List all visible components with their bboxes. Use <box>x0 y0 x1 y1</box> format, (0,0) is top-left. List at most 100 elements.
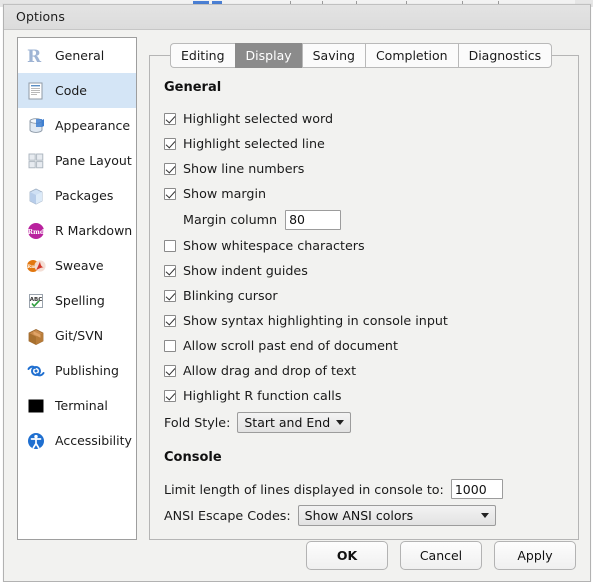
sidebar-item-sweave[interactable]: Rnw Sweave <box>18 248 136 283</box>
margin-column-input[interactable] <box>285 209 342 230</box>
margin-column-row: Margin column <box>164 206 574 233</box>
ansi-escape-codes-label: ANSI Escape Codes: <box>164 507 291 523</box>
dialog-footer: OK Cancel Apply <box>4 541 590 570</box>
checkbox-label: Blinking cursor <box>183 288 278 303</box>
margin-column-label: Margin column <box>183 212 278 227</box>
svg-text:Rmd: Rmd <box>28 228 45 236</box>
sidebar-item-label: Terminal <box>55 398 108 413</box>
ansi-escape-codes-select[interactable]: Show ANSI colors <box>297 504 496 526</box>
fold-style-select[interactable]: Start and End <box>237 411 352 433</box>
ansi-escape-codes-row: ANSI Escape Codes: Show ANSI colors <box>164 502 574 528</box>
sidebar-item-appearance[interactable]: Appearance <box>18 108 136 143</box>
checkbox-row-show-line-numbers[interactable]: Show line numbers <box>164 156 574 181</box>
sidebar-item-label: Spelling <box>55 293 105 308</box>
highlight-selected-word-checkbox[interactable] <box>164 112 176 125</box>
checkbox-label: Highlight R function calls <box>183 388 342 403</box>
sidebar-item-spelling[interactable]: ABC Spelling <box>18 283 136 318</box>
package-box-icon <box>26 326 46 346</box>
sidebar-item-label: Pane Layout <box>55 153 132 168</box>
highlight-selected-line-checkbox[interactable] <box>164 137 176 150</box>
checkbox-row-show-syntax-highlighting-console[interactable]: Show syntax highlighting in console inpu… <box>164 308 574 333</box>
checkbox-row-blinking-cursor[interactable]: Blinking cursor <box>164 283 574 308</box>
highlight-r-function-calls-checkbox[interactable] <box>164 389 176 402</box>
sidebar-item-accessibility[interactable]: Accessibility <box>18 423 136 458</box>
checkbox-row-show-whitespace-characters[interactable]: Show whitespace characters <box>164 233 574 258</box>
console-section: Console Limit length of lines displayed … <box>164 450 574 528</box>
sidebar-item-label: Packages <box>55 188 114 203</box>
paint-bucket-icon <box>26 116 46 136</box>
checkbox-label: Show indent guides <box>183 263 308 278</box>
checkbox-label: Show margin <box>183 186 267 201</box>
abc-check-icon: ABC <box>26 291 46 311</box>
options-dialog: Options R General Code Appearance Pane L… <box>3 4 591 582</box>
allow-drag-and-drop-checkbox[interactable] <box>164 364 176 377</box>
show-whitespace-characters-checkbox[interactable] <box>164 239 176 252</box>
tab-editing[interactable]: Editing <box>170 43 235 68</box>
chevron-down-icon <box>336 420 345 425</box>
sidebar-item-label: Appearance <box>55 118 131 133</box>
sidebar-item-terminal[interactable]: Terminal <box>18 388 136 423</box>
sidebar-item-label: Publishing <box>55 363 119 378</box>
checkbox-row-highlight-r-function-calls[interactable]: Highlight R function calls <box>164 383 574 408</box>
grid-panes-icon <box>26 151 46 171</box>
checkbox-row-show-margin[interactable]: Show margin <box>164 181 574 206</box>
sidebar-item-label: R Markdown <box>55 223 133 238</box>
checkbox-row-allow-drag-and-drop[interactable]: Allow drag and drop of text <box>164 358 574 383</box>
sidebar-item-pane-layout[interactable]: Pane Layout <box>18 143 136 178</box>
show-indent-guides-checkbox[interactable] <box>164 264 176 277</box>
checkbox-row-show-indent-guides[interactable]: Show indent guides <box>164 258 574 283</box>
allow-scroll-past-end-checkbox[interactable] <box>164 339 176 352</box>
ok-button[interactable]: OK <box>306 541 388 570</box>
r-logo-icon: R <box>26 46 46 66</box>
console-limit-row: Limit length of lines displayed in conso… <box>164 476 574 502</box>
checkbox-label: Show whitespace characters <box>183 238 365 253</box>
tab-display[interactable]: Display <box>234 43 302 68</box>
apply-button[interactable]: Apply <box>494 541 576 570</box>
document-icon <box>26 81 46 101</box>
sidebar-item-git-svn[interactable]: Git/SVN <box>18 318 136 353</box>
checkbox-row-allow-scroll-past-end[interactable]: Allow scroll past end of document <box>164 333 574 358</box>
sidebar-item-general[interactable]: R General <box>18 38 136 73</box>
rmd-badge-icon: Rmd <box>26 221 46 241</box>
sidebar-item-code[interactable]: Code <box>18 73 136 108</box>
sidebar-item-label: Accessibility <box>55 433 132 448</box>
tab-diagnostics[interactable]: Diagnostics <box>457 43 553 68</box>
tab-saving[interactable]: Saving <box>301 43 365 68</box>
checkbox-row-highlight-selected-word[interactable]: Highlight selected word <box>164 106 574 131</box>
show-margin-checkbox[interactable] <box>164 187 176 200</box>
options-tabs[interactable]: Editing Display Saving Completion Diagno… <box>170 43 553 68</box>
sidebar-item-label: Code <box>55 83 88 98</box>
checkbox-label: Allow scroll past end of document <box>183 338 398 353</box>
checkbox-row-highlight-selected-line[interactable]: Highlight selected line <box>164 131 574 156</box>
blinking-cursor-checkbox[interactable] <box>164 289 176 302</box>
options-category-sidebar[interactable]: R General Code Appearance Pane Layout Pa… <box>17 37 137 540</box>
show-line-numbers-checkbox[interactable] <box>164 162 176 175</box>
general-section-heading: General <box>164 80 222 95</box>
console-limit-label: Limit length of lines displayed in conso… <box>164 481 444 497</box>
accessibility-icon <box>26 431 46 451</box>
checkbox-label: Highlight selected line <box>183 136 325 151</box>
publish-icon <box>26 361 46 381</box>
sidebar-item-label: Sweave <box>55 258 104 273</box>
fold-style-value: Start and End <box>244 414 331 430</box>
sidebar-item-label: General <box>55 48 105 63</box>
show-syntax-highlighting-console-checkbox[interactable] <box>164 314 176 327</box>
sidebar-item-r-markdown[interactable]: Rmd R Markdown <box>18 213 136 248</box>
sidebar-item-packages[interactable]: Packages <box>18 178 136 213</box>
terminal-icon <box>26 396 46 416</box>
svg-text:ABC: ABC <box>30 297 43 303</box>
box-cube-icon <box>26 186 46 206</box>
fold-style-label: Fold Style: <box>164 414 231 430</box>
console-section-heading: Console <box>164 450 222 465</box>
tab-completion[interactable]: Completion <box>364 43 458 68</box>
sidebar-item-publishing[interactable]: Publishing <box>18 353 136 388</box>
svg-text:R: R <box>27 47 42 66</box>
checkbox-label: Highlight selected word <box>183 111 334 126</box>
dialog-titlebar: Options <box>4 5 590 30</box>
sweave-pdf-icon: Rnw <box>26 256 46 276</box>
ansi-escape-codes-value: Show ANSI colors <box>304 507 414 523</box>
cancel-button[interactable]: Cancel <box>400 541 482 570</box>
console-limit-input[interactable] <box>450 479 503 499</box>
chevron-down-icon <box>480 513 489 518</box>
display-settings-content: General Highlight selected word Highligh… <box>164 80 574 528</box>
